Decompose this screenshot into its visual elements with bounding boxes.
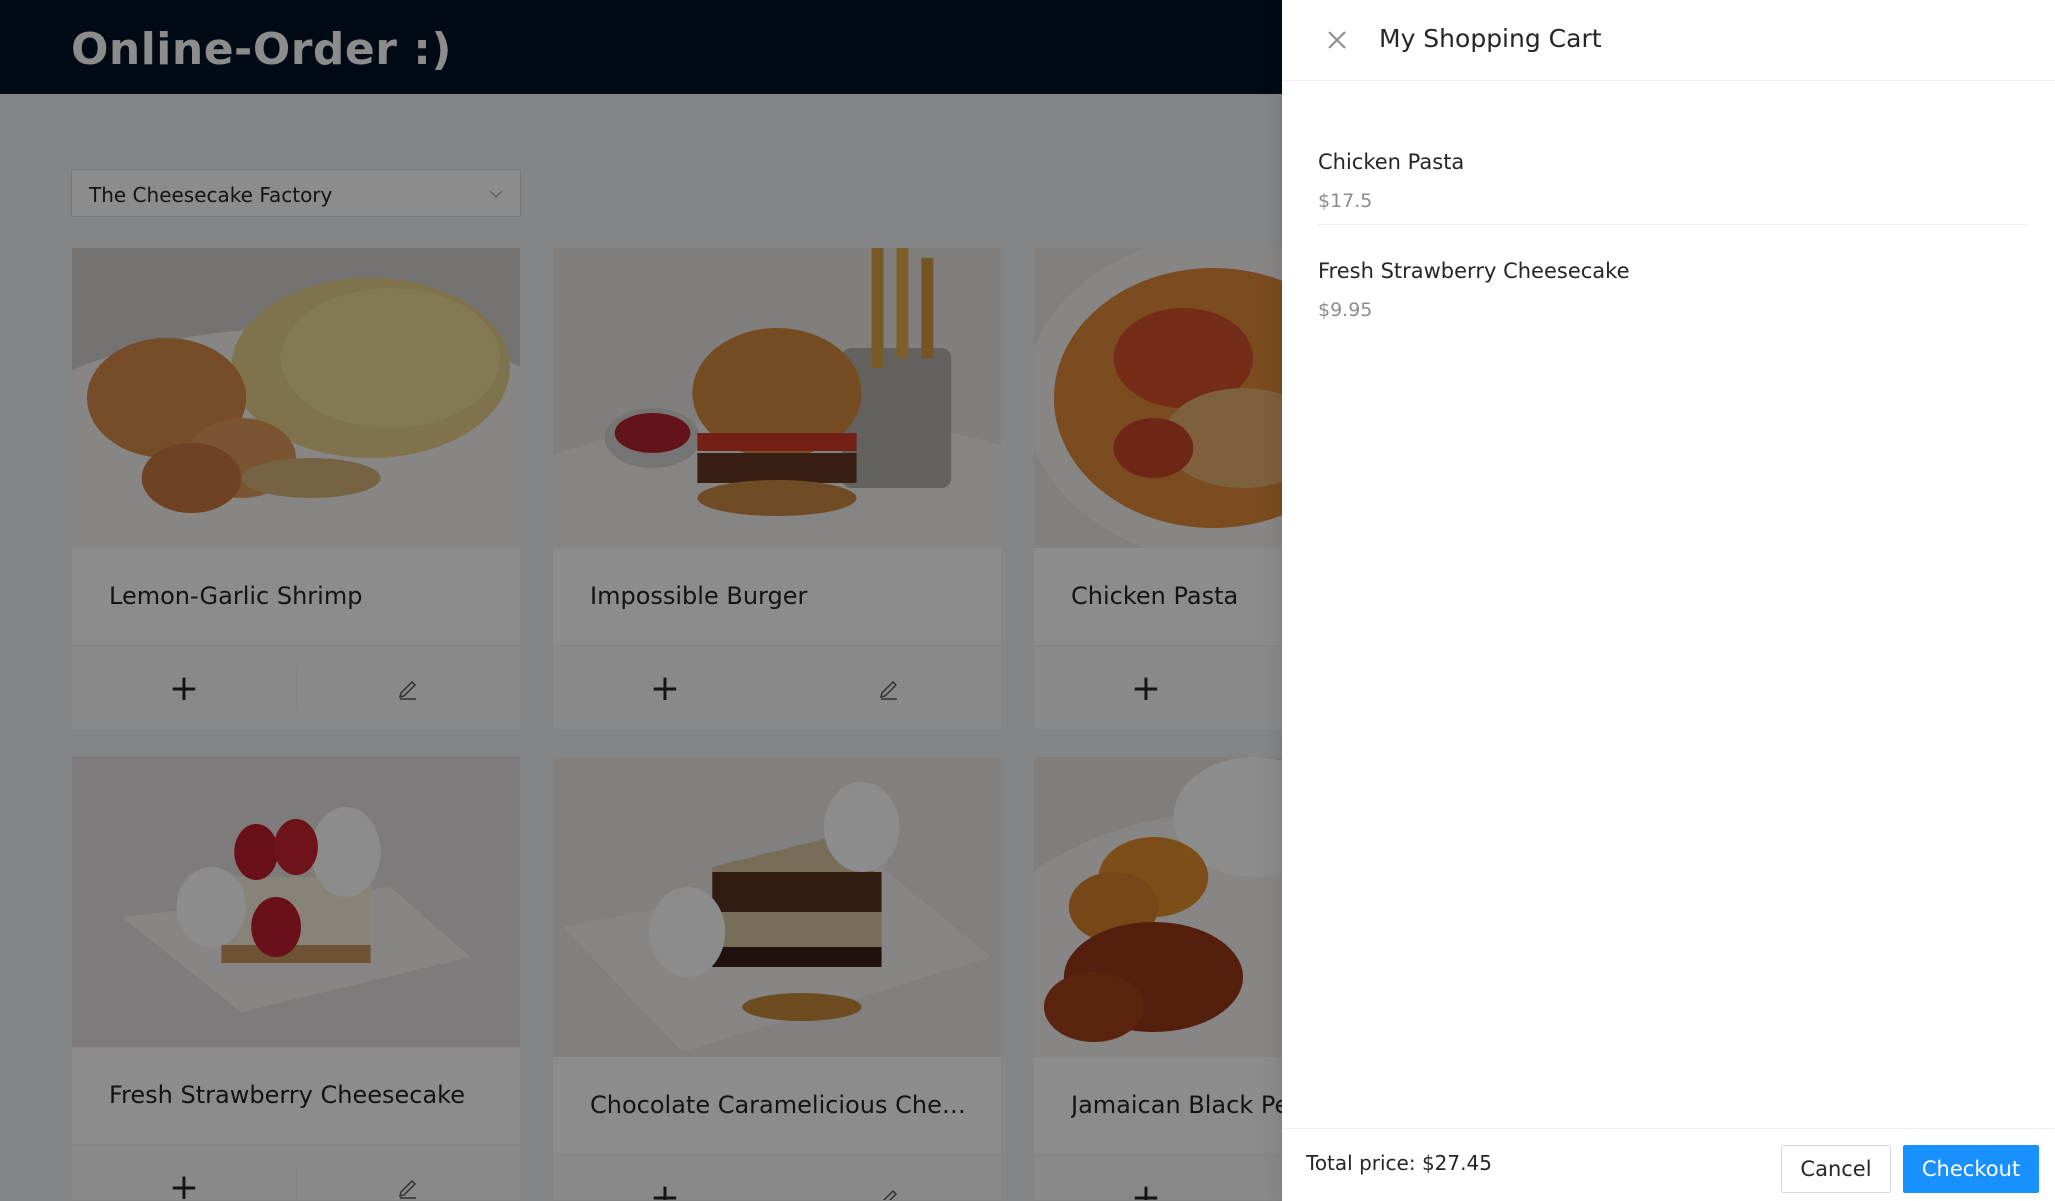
close-icon[interactable] bbox=[1325, 28, 1349, 52]
cart-item-price: $9.95 bbox=[1318, 299, 1373, 321]
cart-item: Fresh Strawberry Cheesecake $9.95 bbox=[1318, 225, 2027, 334]
total-price: Total price: $27.45 bbox=[1306, 1151, 1492, 1175]
cart-drawer: My Shopping Cart Chicken Pasta $17.5 Fre… bbox=[1282, 0, 2055, 1201]
drawer-header: My Shopping Cart bbox=[1282, 0, 2055, 81]
cart-item-name: Chicken Pasta bbox=[1318, 150, 1465, 174]
cancel-button[interactable]: Cancel bbox=[1781, 1145, 1891, 1193]
drawer-footer: Total price: $27.45 Cancel Checkout bbox=[1282, 1128, 2055, 1201]
cart-item-name: Fresh Strawberry Cheesecake bbox=[1318, 259, 1630, 283]
cart-item: Chicken Pasta $17.5 bbox=[1318, 116, 2027, 225]
cart-item-price: $17.5 bbox=[1318, 190, 1373, 212]
drawer-title: My Shopping Cart bbox=[1379, 24, 1602, 53]
checkout-button[interactable]: Checkout bbox=[1903, 1145, 2039, 1193]
